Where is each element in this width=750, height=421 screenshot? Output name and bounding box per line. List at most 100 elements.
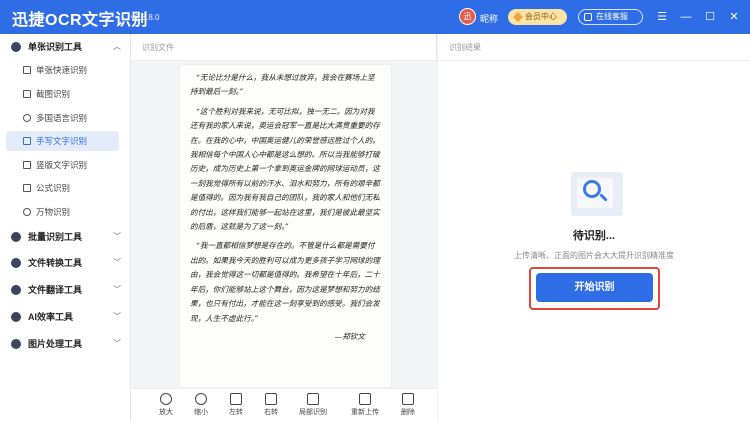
sidebar-group-label: 图片处理工具 (28, 339, 83, 349)
screenshot-icon (23, 90, 31, 98)
search-illustration-icon (569, 172, 625, 218)
sidebar-item-label: 手写文字识别 (36, 136, 88, 146)
pending-status: 待识别... (572, 230, 616, 242)
app-version: v8.8.8.0 (131, 13, 160, 22)
sidebar-item-handwriting[interactable]: 手写文字识别 (6, 131, 119, 151)
reupload-button[interactable]: 重新上传 (345, 393, 385, 417)
online-service-button[interactable]: 在线客服 (578, 9, 643, 25)
sidebar-item-object[interactable]: 万物识别 (6, 202, 119, 222)
document-paragraph: “无论比分是什么，我从未想过放弃，我会在赛场上坚持到最后一刻。” (190, 73, 375, 97)
pen-icon (23, 137, 31, 145)
zoom-out-icon (195, 393, 207, 405)
tool-label: 删除 (401, 409, 415, 416)
sidebar-group-label: 单张识别工具 (28, 42, 83, 52)
sidebar-group-label: 文件翻译工具 (28, 285, 83, 295)
minimize-icon[interactable]: — (678, 9, 694, 25)
document-paragraph: “我一直都相信梦想是存在的。不管是什么都是需要付出的。如果我今天的胜利可以成为更… (190, 241, 380, 323)
image-icon (23, 66, 31, 74)
vertical-text-icon (23, 161, 31, 169)
file-panel: 识别文件 “无论比分是什么，我从未想过放弃，我会在赛场上坚持到最后一刻。” “这… (131, 34, 437, 421)
sidebar-item-screenshot[interactable]: 截图识别 (6, 84, 119, 104)
sidebar-item-label: 单张快速识别 (36, 65, 88, 75)
object-icon (23, 208, 31, 216)
sidebar: 单张识别工具 ︿ 单张快速识别 截图识别 多国语言识别 手写文字识别 竖版文字识… (0, 34, 131, 421)
sidebar-group-translate[interactable]: 文件翻译工具 ﹀ (0, 279, 131, 301)
chevron-down-icon: ﹀ (113, 312, 121, 321)
sidebar-group-label: 批量识别工具 (28, 232, 83, 242)
sidebar-item-label: 截图识别 (36, 89, 71, 99)
image-process-icon (11, 339, 21, 349)
zoom-in-button[interactable]: 放大 (151, 393, 181, 417)
menu-icon[interactable]: ☰ (654, 9, 670, 25)
sidebar-item-formula[interactable]: 公式识别 (6, 178, 119, 198)
user-nickname[interactable]: 昵称 (480, 12, 498, 25)
chevron-down-icon: ﹀ (113, 258, 121, 267)
tool-label: 重新上传 (351, 409, 379, 416)
sidebar-group-convert[interactable]: 文件转换工具 ﹀ (0, 252, 131, 274)
sidebar-item-label: 多国语言识别 (36, 113, 88, 123)
tool-label: 放大 (159, 409, 173, 416)
upload-icon (359, 393, 371, 405)
rotate-right-button[interactable]: 右转 (256, 393, 286, 417)
result-panel-title: 识别结果 (449, 43, 481, 52)
sidebar-group-ai[interactable]: AI效率工具 ﹀ (0, 306, 131, 328)
app-title: 迅捷OCR文字识别 (12, 12, 149, 29)
sidebar-group-label: 文件转换工具 (28, 258, 83, 268)
vip-center-button[interactable]: 会员中心 (508, 9, 567, 25)
partial-recognize-button[interactable]: 局部识别 (295, 393, 331, 417)
rotate-left-button[interactable]: 左转 (221, 393, 251, 417)
online-service-label: 在线客服 (596, 12, 628, 21)
rotate-left-icon (230, 393, 242, 405)
translate-icon (11, 285, 21, 295)
divider (438, 60, 750, 61)
avatar[interactable]: 迅 (459, 8, 476, 25)
file-panel-title: 识别文件 (142, 43, 174, 52)
handwritten-document: “无论比分是什么，我从未想过放弃，我会在赛场上坚持到最后一刻。” “这个胜利对我… (180, 65, 391, 387)
zoom-in-icon (160, 393, 172, 405)
sidebar-group-image[interactable]: 图片处理工具 ﹀ (0, 333, 131, 355)
chevron-down-icon: ﹀ (113, 339, 121, 348)
chat-icon (584, 13, 592, 21)
sidebar-group-batch[interactable]: 批量识别工具 ﹀ (0, 226, 131, 248)
tool-label: 局部识别 (299, 409, 327, 416)
trash-icon (402, 393, 414, 405)
formula-icon (23, 184, 31, 192)
document-paragraph: “这个胜利对我来说，无可比拟，独一无二。因为对我还有我的家人来说，奥运会冠军一直… (190, 106, 380, 232)
single-tool-icon (11, 42, 21, 52)
batch-icon (11, 232, 21, 242)
chevron-down-icon: ﹀ (113, 232, 121, 241)
start-button-highlight: 开始识别 (529, 267, 660, 310)
sidebar-item-vertical[interactable]: 竖版文字识别 (6, 155, 119, 175)
chevron-up-icon: ︿ (113, 42, 121, 51)
sidebar-item-label: 竖版文字识别 (36, 160, 88, 170)
document-viewer[interactable]: “无论比分是什么，我从未想过放弃，我会在赛场上坚持到最后一刻。” “这个胜利对我… (131, 61, 437, 388)
tool-label: 右转 (264, 409, 278, 416)
sidebar-item-quick[interactable]: 单张快速识别 (6, 60, 119, 80)
app-window: 迅捷OCR文字识别 v8.8.8.0 迅 昵称 会员中心 在线客服 ☰ — ☐ … (0, 0, 750, 421)
tool-label: 缩小 (194, 409, 208, 416)
result-panel: 识别结果 待识别... 上传清晰、正面的图片会大大提升识别精准度 开始识别 (438, 34, 750, 421)
delete-button[interactable]: 删除 (393, 393, 423, 417)
vip-center-label: 会员中心 (525, 12, 557, 21)
sidebar-item-label: 公式识别 (36, 183, 71, 193)
diamond-icon (513, 12, 523, 22)
sidebar-group-single[interactable]: 单张识别工具 ︿ (0, 36, 131, 58)
convert-icon (11, 258, 21, 268)
upload-tip: 上传清晰、正面的图片会大大提升识别精准度 (514, 251, 674, 260)
ai-icon (11, 312, 21, 322)
zoom-out-button[interactable]: 缩小 (186, 393, 216, 417)
rotate-right-icon (265, 393, 277, 405)
tool-label: 左转 (229, 409, 243, 416)
maximize-icon[interactable]: ☐ (702, 9, 718, 25)
document-signature: —郑钦文 (334, 331, 365, 341)
globe-icon (23, 114, 31, 122)
chevron-down-icon: ﹀ (113, 285, 121, 294)
file-toolbar: 放大 缩小 左转 右转 局部识别 重新上传 删除 (131, 388, 437, 421)
close-icon[interactable]: ✕ (726, 9, 742, 25)
sidebar-item-multilang[interactable]: 多国语言识别 (6, 108, 119, 128)
sidebar-group-label: AI效率工具 (28, 312, 74, 322)
sidebar-item-label: 万物识别 (36, 207, 71, 217)
start-recognize-button[interactable]: 开始识别 (536, 273, 653, 302)
crop-icon (307, 393, 319, 405)
title-bar: 迅捷OCR文字识别 v8.8.8.0 迅 昵称 会员中心 在线客服 ☰ — ☐ … (0, 0, 750, 34)
